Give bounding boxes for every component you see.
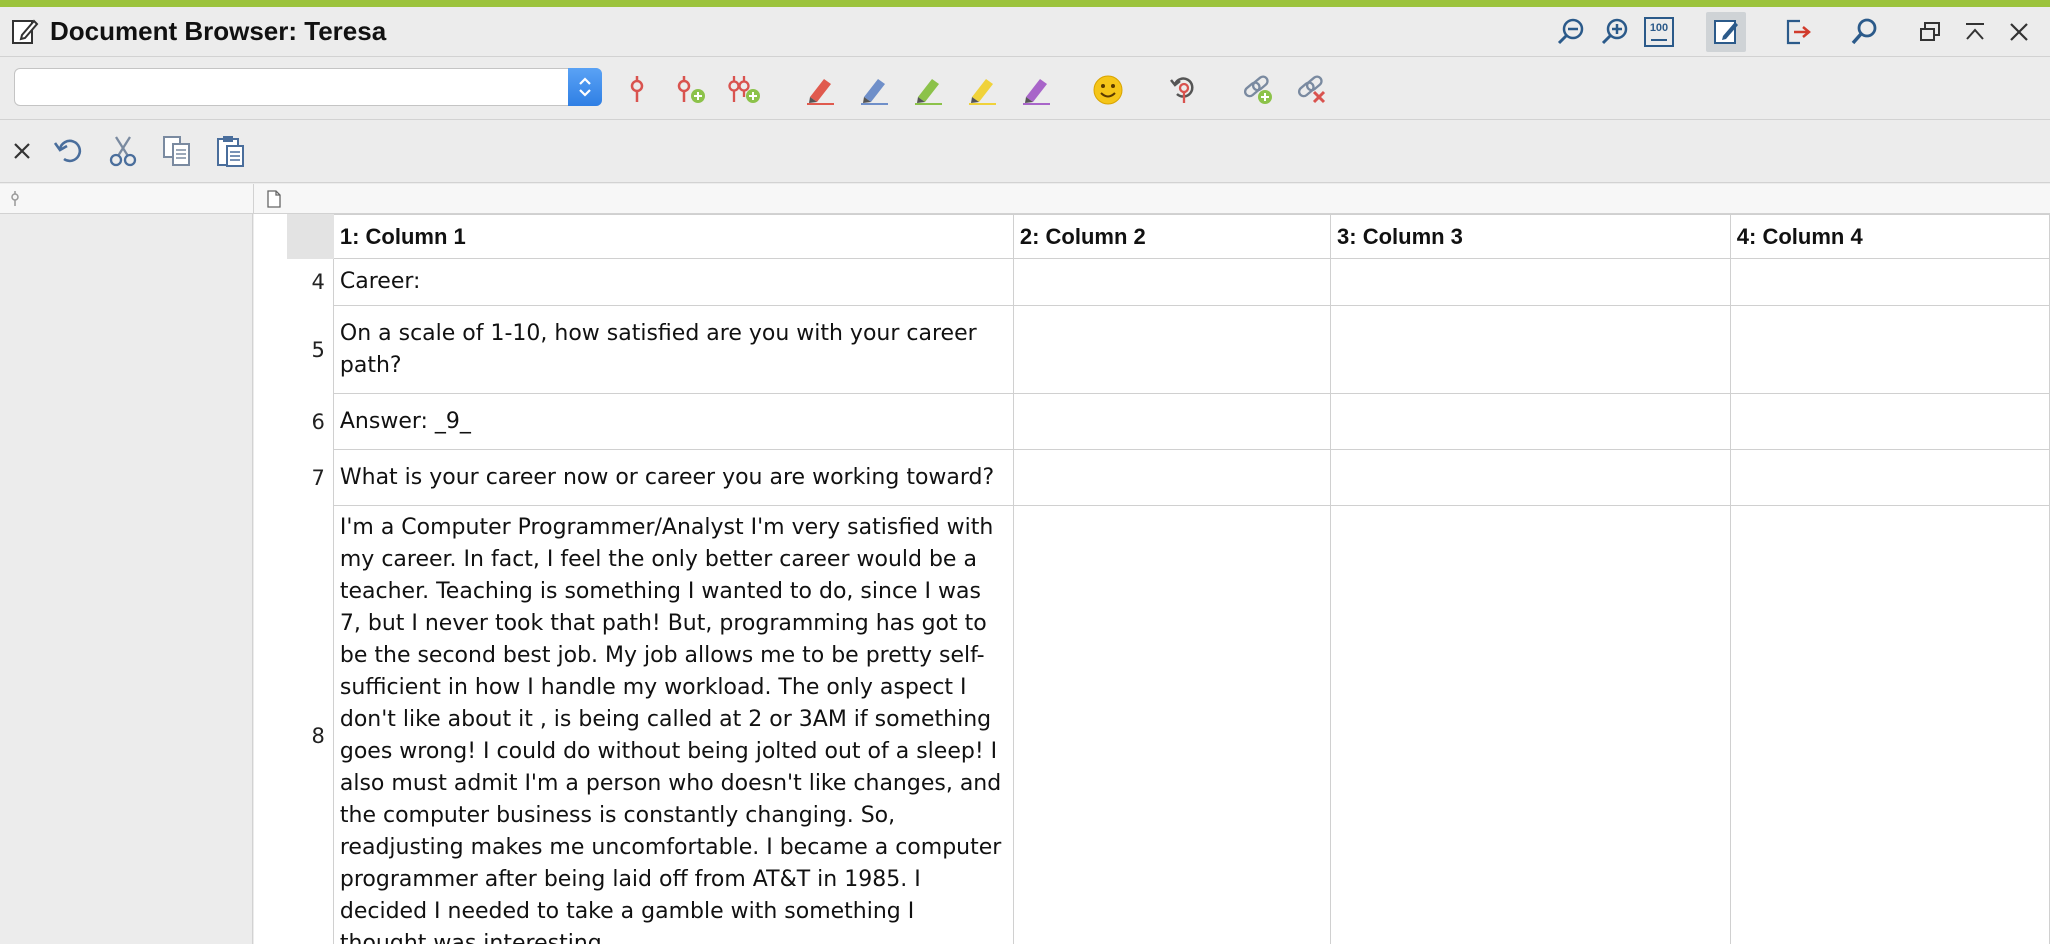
- column-header[interactable]: 1: Column 1: [332, 214, 1014, 259]
- table-cell[interactable]: Career:: [332, 258, 1014, 306]
- code-pin-small-icon: [8, 191, 22, 212]
- chevron-updown-icon: [579, 77, 591, 97]
- table-cell[interactable]: What is your career now or career you ar…: [332, 449, 1014, 506]
- search-icon[interactable]: [1844, 12, 1884, 52]
- code-selector-input[interactable]: [15, 69, 569, 105]
- window-accent-bar: [0, 0, 2050, 7]
- table-row: 8 I'm a Computer Programmer/Analyst I'm …: [287, 505, 2050, 944]
- table-row: 7 What is your career now or career you …: [287, 449, 2050, 506]
- table-cell[interactable]: [1729, 505, 2050, 944]
- zoom-in-icon[interactable]: [1595, 12, 1635, 52]
- column-header[interactable]: 2: Column 2: [1012, 214, 1332, 259]
- link-add-icon[interactable]: [1238, 70, 1278, 110]
- emoticon-icon[interactable]: [1088, 70, 1128, 110]
- column-header[interactable]: 3: Column 3: [1330, 214, 1731, 259]
- table-row: 6 Answer: _9_: [287, 393, 2050, 450]
- export-icon[interactable]: [1778, 12, 1818, 52]
- highlighter-yellow-icon[interactable]: [962, 70, 1002, 110]
- coding-toolbar: [0, 58, 2050, 120]
- close-window-icon[interactable]: [1999, 12, 2039, 52]
- undo-icon[interactable]: [46, 129, 90, 173]
- filter-bar: [0, 184, 2050, 214]
- highlighter-green-icon[interactable]: [908, 70, 948, 110]
- table-cell[interactable]: [1330, 305, 1731, 394]
- table-cell[interactable]: [1330, 258, 1731, 306]
- row-number[interactable]: 6: [287, 393, 334, 450]
- row-number[interactable]: 5: [287, 305, 334, 394]
- link-remove-icon[interactable]: [1292, 70, 1332, 110]
- table-cell[interactable]: I'm a Computer Programmer/Analyst I'm ve…: [332, 505, 1014, 944]
- document-content-area: 1: Column 1 2: Column 2 3: Column 3 4: C…: [254, 214, 2050, 944]
- row-number[interactable]: 8: [287, 505, 334, 944]
- table-cell[interactable]: [1729, 393, 2050, 450]
- code-selector-combo[interactable]: [14, 68, 602, 106]
- paste-icon[interactable]: [209, 129, 253, 173]
- table-cell[interactable]: [1729, 305, 2050, 394]
- row-number[interactable]: 7: [287, 449, 334, 506]
- column-header[interactable]: 4: Column 4: [1729, 214, 2050, 259]
- table-row: 4 Career:: [287, 258, 2050, 306]
- table-cell[interactable]: [1012, 449, 1332, 506]
- zoom-100-icon[interactable]: 100: [1639, 12, 1679, 52]
- filter-bar-divider: [253, 184, 254, 214]
- table-cell[interactable]: [1330, 505, 1731, 944]
- table-header-row: 1: Column 1 2: Column 2 3: Column 3 4: C…: [287, 214, 2050, 259]
- highlighter-red-icon[interactable]: [800, 70, 840, 110]
- table-cell[interactable]: [1012, 393, 1332, 450]
- document-browser-window: Document Browser: Teresa 100 1: Column 1…: [0, 0, 2050, 944]
- minimize-window-icon[interactable]: [1955, 12, 1995, 52]
- title-bar: Document Browser: Teresa 100: [0, 7, 2050, 57]
- table-row: 5 On a scale of 1-10, how satisfied are …: [287, 305, 2050, 394]
- table-cell[interactable]: [1330, 449, 1731, 506]
- document-edit-icon: [10, 16, 40, 46]
- table-cell[interactable]: [1330, 393, 1731, 450]
- row-number[interactable]: 4: [287, 258, 334, 306]
- code-margin-sidebar: [0, 214, 253, 944]
- combo-dropdown-button[interactable]: [568, 68, 602, 106]
- table-corner-cell[interactable]: [287, 214, 334, 259]
- edit-mode-icon[interactable]: [1706, 12, 1746, 52]
- table-cell[interactable]: [1012, 258, 1332, 306]
- close-icon[interactable]: [0, 129, 44, 173]
- zoom-out-icon[interactable]: [1551, 12, 1591, 52]
- edit-toolbar: [0, 121, 2050, 183]
- code-pin-multi-add-icon[interactable]: [724, 70, 764, 110]
- table-cell[interactable]: [1012, 505, 1332, 944]
- undo-coding-icon[interactable]: [1163, 70, 1203, 110]
- table-cell[interactable]: On a scale of 1-10, how satisfied are yo…: [332, 305, 1014, 394]
- table-cell[interactable]: [1729, 449, 2050, 506]
- window-title: Document Browser: Teresa: [50, 16, 387, 46]
- code-pin-icon[interactable]: [617, 70, 657, 110]
- svg-text:100: 100: [1650, 22, 1668, 34]
- table-cell[interactable]: Answer: _9_: [332, 393, 1014, 450]
- document-small-icon: [266, 190, 282, 213]
- highlighter-blue-icon[interactable]: [854, 70, 894, 110]
- table-cell[interactable]: [1012, 305, 1332, 394]
- document-table: 1: Column 1 2: Column 2 3: Column 3 4: C…: [287, 214, 2050, 944]
- code-pin-add-icon[interactable]: [670, 70, 710, 110]
- cut-icon[interactable]: [101, 129, 145, 173]
- copy-icon[interactable]: [155, 129, 199, 173]
- table-cell[interactable]: [1729, 258, 2050, 306]
- highlighter-purple-icon[interactable]: [1016, 70, 1056, 110]
- restore-window-icon[interactable]: [1910, 12, 1950, 52]
